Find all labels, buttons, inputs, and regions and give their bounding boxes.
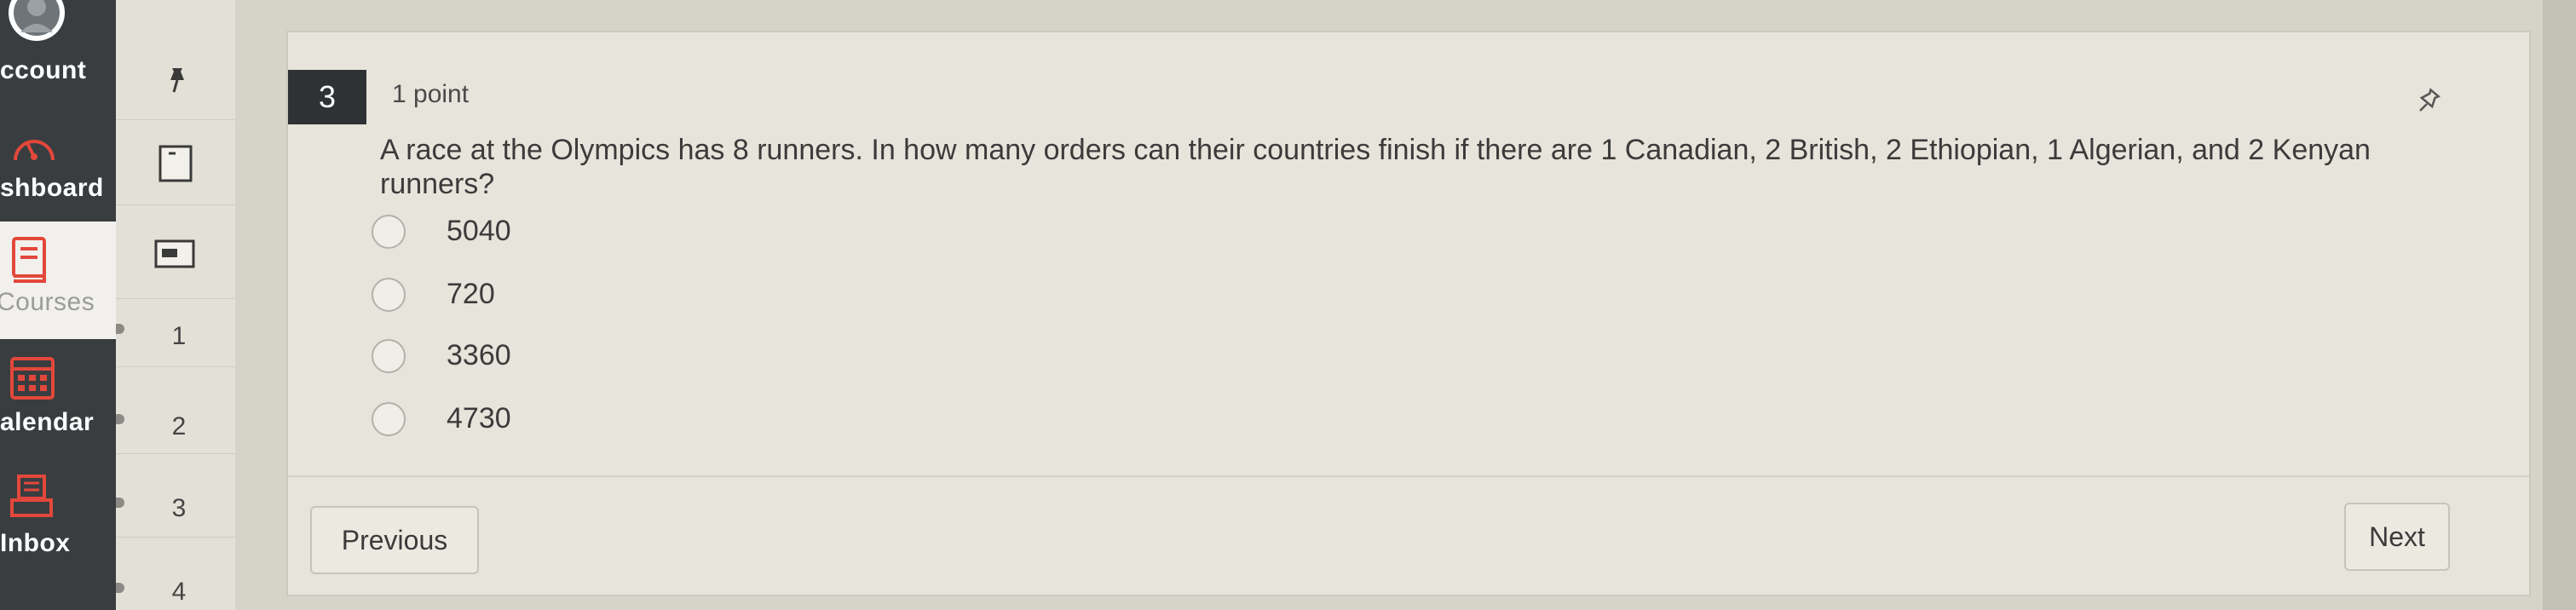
- question-number: 3: [171, 494, 187, 522]
- nav-courses-label: Courses: [0, 288, 95, 316]
- answer-radio[interactable]: [372, 339, 406, 373]
- global-nav: ccount shboard Courses alendar Inbox: [0, 0, 116, 610]
- nav-account-label: ccount: [0, 56, 87, 84]
- inbox-icon: [10, 475, 53, 517]
- question-card: 3 1 point A race at the Olympics has 8 r…: [286, 31, 2531, 596]
- next-button[interactable]: Next: [2344, 503, 2450, 571]
- nav-account[interactable]: ccount: [0, 0, 116, 94]
- question-list-item[interactable]: 2: [116, 394, 235, 454]
- question-list-notes-row[interactable]: [116, 204, 235, 299]
- previous-button[interactable]: Previous: [310, 506, 479, 574]
- book-icon: [12, 237, 46, 283]
- question-list-pin-row: [116, 34, 235, 120]
- answer-radio[interactable]: [372, 402, 406, 436]
- nav-calendar[interactable]: alendar: [0, 345, 116, 447]
- flag-question-pin-icon[interactable]: [2410, 85, 2444, 119]
- bookmark-icon: [158, 145, 193, 182]
- question-number: 4: [171, 578, 187, 606]
- question-list-item[interactable]: 1: [116, 307, 235, 367]
- answer-label: 720: [447, 278, 495, 310]
- nav-courses[interactable]: Courses: [0, 222, 116, 339]
- note-icon: [154, 239, 195, 268]
- answer-radio[interactable]: [372, 278, 406, 312]
- question-status-dot: [116, 498, 124, 508]
- question-number-badge: 3: [288, 70, 366, 124]
- window-edge: [2543, 0, 2576, 610]
- question-list-item[interactable]: 4: [116, 562, 235, 610]
- question-list: 1 2 3 4: [116, 0, 320, 610]
- question-text: A race at the Olympics has 8 runners. In…: [380, 134, 2371, 200]
- question-number: 2: [171, 412, 187, 440]
- nav-dashboard[interactable]: shboard: [0, 111, 116, 213]
- nav-inbox[interactable]: Inbox: [0, 464, 116, 567]
- dashboard-icon: [14, 140, 55, 161]
- question-points: 1 point: [392, 80, 470, 108]
- nav-calendar-label: alendar: [0, 408, 95, 436]
- question-number: 1: [171, 322, 187, 350]
- calendar-icon: [10, 357, 55, 400]
- answer-radio[interactable]: [372, 215, 406, 249]
- question-status-dot: [116, 414, 124, 424]
- question-list-flag-row[interactable]: [116, 119, 235, 205]
- quiz-main: 3 1 point A race at the Olympics has 8 r…: [235, 0, 2576, 610]
- question-list-item[interactable]: 3: [116, 477, 235, 538]
- question-status-dot: [116, 324, 124, 334]
- nav-inbox-label: Inbox: [0, 529, 71, 557]
- answer-label: 4730: [447, 402, 511, 434]
- avatar-icon: [9, 0, 65, 41]
- answer-label: 5040: [447, 215, 511, 247]
- answer-label: 3360: [447, 339, 511, 371]
- card-divider: [288, 475, 2529, 477]
- question-status-dot: [116, 583, 124, 593]
- nav-dashboard-label: shboard: [0, 174, 104, 202]
- pushpin-icon[interactable]: [162, 65, 193, 95]
